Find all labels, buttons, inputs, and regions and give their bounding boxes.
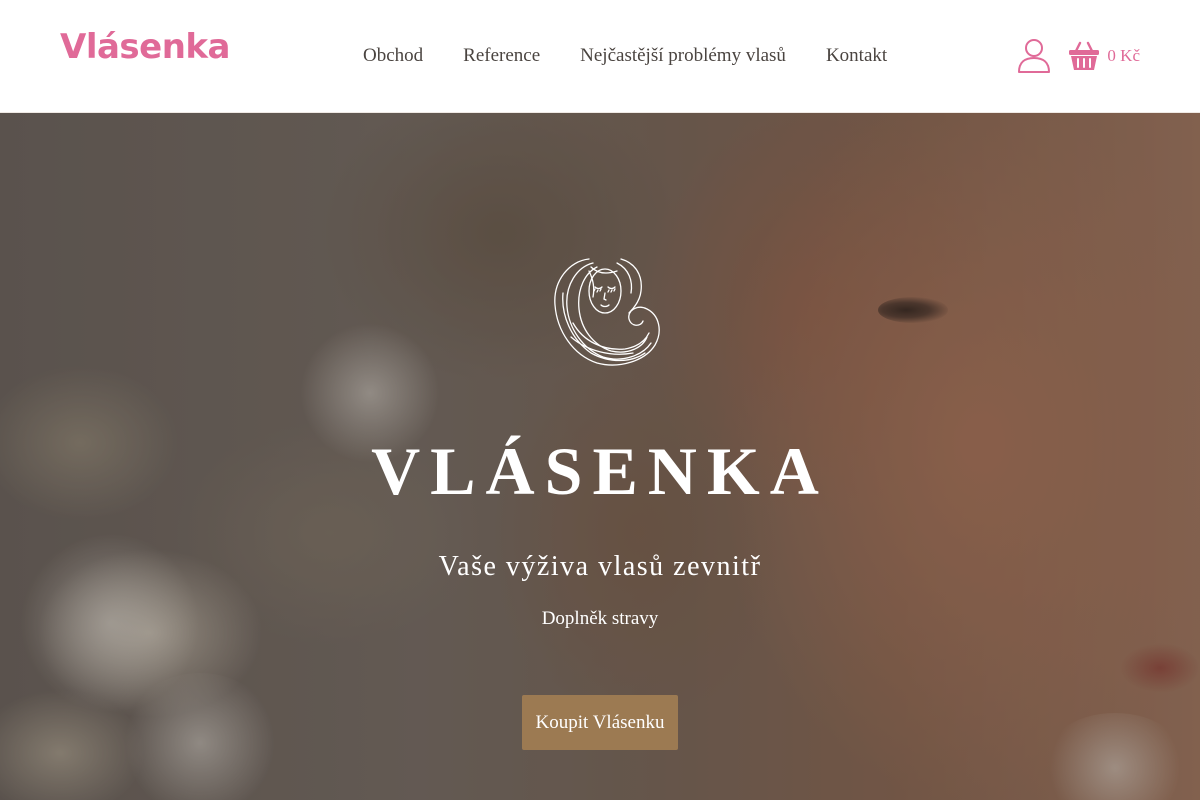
nav-item-kontakt[interactable]: Kontakt: [826, 44, 887, 68]
site-header: Vlásenka Obchod Reference Nejčastější pr…: [0, 0, 1200, 113]
hero-content: VLÁSENKA Vaše výživa vlasů zevnitř Dopln…: [0, 113, 1200, 800]
cart-button[interactable]: 0 Kč: [1067, 39, 1140, 73]
main-nav: Obchod Reference Nejčastější problémy vl…: [363, 44, 887, 68]
nav-item-hair-problems[interactable]: Nejčastější problémy vlasů: [580, 44, 786, 68]
nav-item-reference[interactable]: Reference: [463, 44, 540, 68]
header-actions: 0 Kč: [1017, 38, 1140, 74]
site-logo[interactable]: Vlásenka: [60, 30, 230, 64]
buy-button[interactable]: Koupit Vlásenku: [522, 695, 678, 750]
nav-item-obchod[interactable]: Obchod: [363, 44, 423, 68]
basket-icon: [1069, 41, 1100, 70]
hero-banner: VLÁSENKA Vaše výživa vlasů zevnitř Dopln…: [0, 113, 1200, 800]
hero-tagline: Doplněk stravy: [541, 608, 659, 629]
user-icon[interactable]: [1017, 38, 1051, 74]
hero-title: VLÁSENKA: [371, 433, 829, 509]
hero-subtitle: Vaše výživa vlasů zevnitř: [438, 551, 762, 582]
cart-total: 0 Kč: [1107, 46, 1140, 65]
woman-hair-emblem-icon: [554, 258, 660, 366]
